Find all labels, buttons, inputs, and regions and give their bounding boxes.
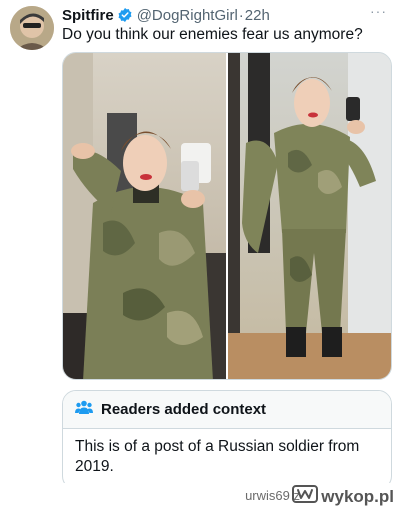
- watermark-bar: urwis69 z wykop.pl: [0, 483, 400, 509]
- avatar[interactable]: [10, 6, 54, 50]
- separator-dot: ·: [238, 6, 244, 24]
- tweet-header: Spitfire @DogRightGirl · 22h: [62, 5, 390, 25]
- media-grid[interactable]: [62, 52, 392, 380]
- watermark-username: urwis69: [245, 488, 290, 503]
- wykop-brand: wykop.pl: [292, 485, 394, 508]
- timestamp[interactable]: 22h: [245, 7, 270, 24]
- community-note-title: Readers added context: [101, 401, 267, 418]
- community-note-header: Readers added context: [63, 391, 391, 429]
- community-note-body: This is of a post of a Russian soldier f…: [75, 438, 360, 475]
- photo-left[interactable]: [63, 53, 226, 379]
- wykop-brand-text: wykop.pl: [321, 486, 394, 506]
- community-note[interactable]: Readers added context This is of a post …: [62, 390, 392, 490]
- display-name[interactable]: Spitfire: [62, 7, 114, 24]
- wykop-logo-icon: [292, 485, 319, 508]
- photo-right[interactable]: [228, 53, 391, 379]
- verified-badge-icon: [117, 7, 133, 23]
- more-options-icon[interactable]: ···: [370, 3, 390, 19]
- user-handle[interactable]: @DogRightGirl: [137, 7, 238, 24]
- people-icon: [75, 400, 93, 419]
- tweet: Spitfire @DogRightGirl · 22h ··· Do you …: [0, 0, 400, 490]
- tweet-text: Do you think our enemies fear us anymore…: [62, 26, 363, 43]
